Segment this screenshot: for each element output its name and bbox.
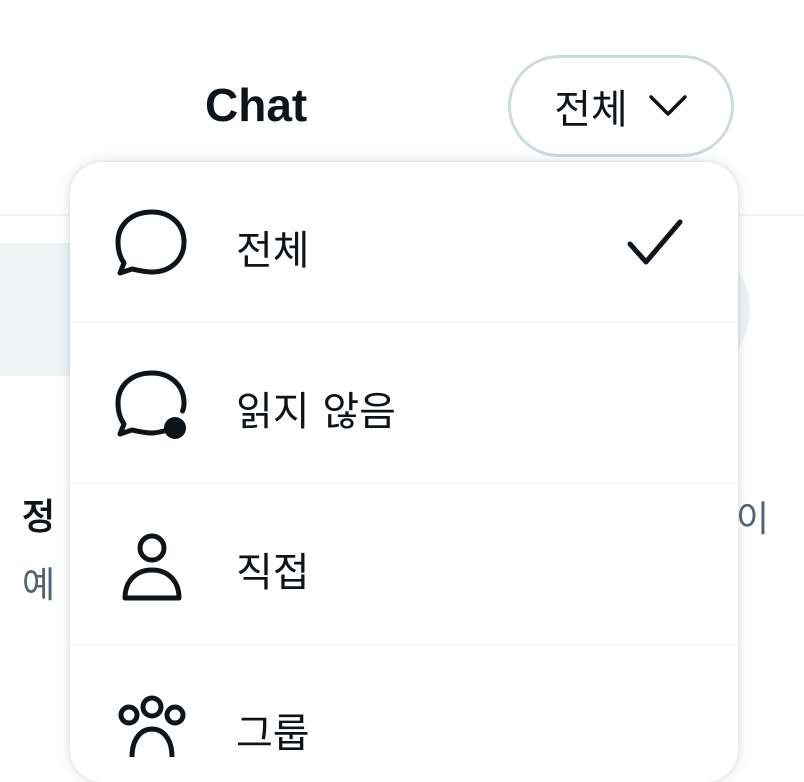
conversation-preview: 예 (22, 565, 56, 606)
menu-item-unread[interactable]: 읽지 않음 (70, 323, 738, 484)
checkmark-icon (627, 219, 683, 265)
menu-item-direct[interactable]: 직접 (70, 484, 738, 645)
menu-item-group[interactable]: 그룹 (70, 645, 738, 782)
menu-item-label: 직접 (236, 550, 310, 596)
chat-bubble-unread-icon (115, 370, 187, 439)
chevron-down-icon (649, 95, 687, 116)
menu-item-label: 그룹 (236, 711, 310, 757)
filter-dropdown-button[interactable]: 전체 (508, 55, 734, 157)
filter-menu: 전체 읽지 않음 직접 그룹 (70, 162, 738, 782)
conversation-title: 정 (22, 497, 56, 538)
conversation-trailing: 이 (736, 499, 770, 540)
menu-item-label: 전체 (236, 228, 310, 274)
menu-item-all[interactable]: 전체 (70, 162, 738, 323)
menu-item-label: 읽지 않음 (236, 389, 396, 435)
chat-bubble-icon (115, 209, 187, 276)
filter-selected-label: 전체 (554, 87, 628, 133)
person-icon (122, 533, 182, 601)
page-title: Chat (205, 79, 308, 131)
group-icon (118, 695, 186, 758)
